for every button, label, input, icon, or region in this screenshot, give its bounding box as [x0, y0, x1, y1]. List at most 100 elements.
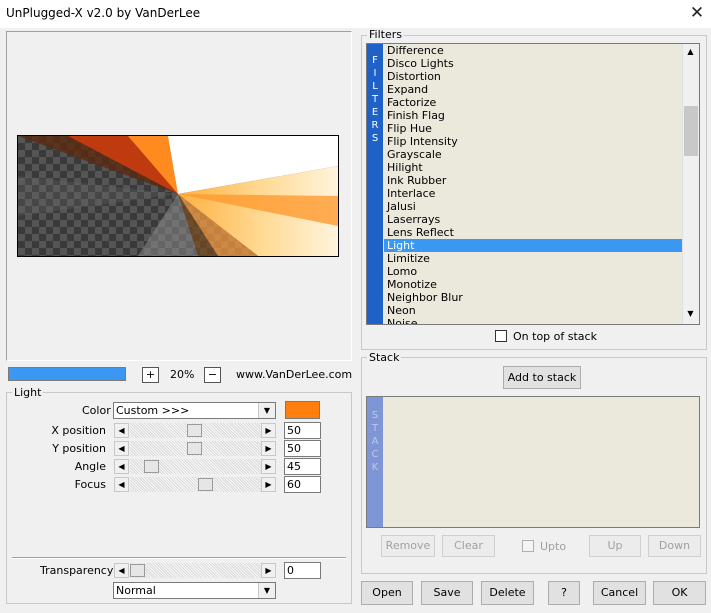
filter-list-item[interactable]: Flip Hue	[384, 122, 682, 135]
filter-list-item[interactable]: Factorize	[384, 96, 682, 109]
color-select[interactable]: Custom >>> ▼	[113, 402, 276, 419]
slider-left-arrow[interactable]: ◀	[114, 477, 129, 492]
remove-button[interactable]: Remove	[381, 535, 435, 557]
stack-tab-letter: A	[371, 436, 379, 447]
param-label: Focus	[74, 478, 106, 491]
slider-left-arrow[interactable]: ◀	[114, 423, 129, 438]
light-divider	[12, 557, 346, 559]
on-top-checkbox[interactable]	[495, 330, 507, 342]
slider-left-arrow[interactable]: ◀	[114, 441, 129, 456]
filter-list-item[interactable]: Hilight	[384, 161, 682, 174]
transparency-left-arrow[interactable]: ◀	[114, 563, 129, 578]
save-button[interactable]: Save	[421, 581, 473, 605]
ok-button[interactable]: OK	[653, 581, 706, 605]
filter-list-item[interactable]: Finish Flag	[384, 109, 682, 122]
transparency-track[interactable]	[130, 563, 261, 578]
scroll-up-icon[interactable]: ▲	[683, 45, 698, 60]
filters-tab-letter: T	[371, 94, 379, 105]
transparency-input[interactable]: 0	[284, 562, 321, 579]
chevron-down-icon: ▼	[258, 403, 275, 418]
help-button[interactable]: ?	[548, 581, 580, 605]
filter-list-item[interactable]: Light	[384, 239, 682, 252]
slider-right-arrow[interactable]: ▶	[261, 423, 276, 438]
color-select-value: Custom >>>	[116, 404, 190, 417]
clear-button[interactable]: Clear	[442, 535, 495, 557]
color-swatch[interactable]	[285, 401, 320, 419]
scroll-down-icon[interactable]: ▼	[683, 307, 698, 322]
filter-list-item[interactable]: Jalusi	[384, 200, 682, 213]
down-button[interactable]: Down	[648, 535, 701, 557]
param-slider-thumb[interactable]	[187, 442, 202, 455]
filter-list-item[interactable]: Lens Reflect	[384, 226, 682, 239]
filter-list-item[interactable]: Ink Rubber	[384, 174, 682, 187]
transparency-right-arrow[interactable]: ▶	[261, 563, 276, 578]
upto-label: Upto	[540, 540, 567, 553]
param-label: Y position	[52, 442, 106, 455]
slider-right-arrow[interactable]: ▶	[261, 459, 276, 474]
zoom-value: 20%	[170, 368, 195, 381]
window-title: UnPlugged-X v2.0 by VanDerLee	[6, 6, 201, 20]
open-button[interactable]: Open	[361, 581, 413, 605]
filters-tab: FILTERS	[367, 44, 383, 324]
param-value-input[interactable]: 60	[284, 476, 321, 493]
stack-group-label: Stack	[367, 351, 402, 364]
color-label: Color	[82, 404, 111, 417]
param-slider-thumb[interactable]	[198, 478, 213, 491]
zoom-in-button[interactable]: +	[142, 367, 159, 383]
filter-list-item[interactable]: Monotize	[384, 278, 682, 291]
filters-tab-letter: I	[373, 68, 377, 79]
filter-list-item[interactable]: Difference	[384, 44, 682, 57]
filter-list-item[interactable]: Laserrays	[384, 213, 682, 226]
progress-bar	[8, 367, 126, 381]
slider-left-arrow[interactable]: ◀	[114, 459, 129, 474]
param-slider-thumb[interactable]	[187, 424, 202, 437]
filter-list-item[interactable]: Noise	[384, 317, 682, 324]
add-to-stack-button[interactable]: Add to stack	[503, 366, 581, 389]
filters-tab-letter: R	[371, 120, 379, 131]
filters-scrollbar[interactable]	[682, 44, 699, 324]
upto-checkbox[interactable]	[522, 540, 534, 552]
stack-tab-letter: K	[371, 462, 379, 473]
blend-mode-value: Normal	[116, 584, 156, 597]
scroll-thumb[interactable]	[684, 106, 698, 156]
filters-tab-letter: F	[372, 55, 378, 66]
stack-list[interactable]	[384, 397, 699, 527]
filter-list-item[interactable]: Disco Lights	[384, 57, 682, 70]
cancel-button[interactable]: Cancel	[593, 581, 646, 605]
param-value-input[interactable]: 45	[284, 458, 321, 475]
delete-button[interactable]: Delete	[481, 581, 534, 605]
param-label: X position	[51, 424, 106, 437]
param-slider-track[interactable]	[130, 477, 261, 492]
filter-list-item[interactable]: Flip Intensity	[384, 135, 682, 148]
zoom-out-button[interactable]: −	[204, 367, 221, 383]
filter-list-item[interactable]: Lomo	[384, 265, 682, 278]
stack-tab: STACK	[367, 397, 383, 527]
filter-list-item[interactable]: Grayscale	[384, 148, 682, 161]
preview-image	[17, 135, 339, 257]
filters-group-label: Filters	[367, 28, 404, 41]
filters-tab-letter: L	[372, 81, 378, 92]
filters-list[interactable]: Difference Disco Lights Distortion Expand Fa…	[384, 44, 682, 324]
close-icon[interactable]: ✕	[684, 2, 710, 26]
slider-right-arrow[interactable]: ▶	[261, 477, 276, 492]
transparency-thumb[interactable]	[130, 564, 145, 577]
website-link[interactable]: www.VanDerLee.com	[236, 368, 352, 381]
filter-list-item[interactable]: Neon	[384, 304, 682, 317]
slider-right-arrow[interactable]: ▶	[261, 441, 276, 456]
filters-tab-letter: E	[371, 107, 379, 118]
filter-list-item[interactable]: Neighbor Blur	[384, 291, 682, 304]
filter-list-item[interactable]: Limitize	[384, 252, 682, 265]
param-value-input[interactable]: 50	[284, 422, 321, 439]
transparency-label: Transparency	[40, 564, 114, 577]
up-button[interactable]: Up	[589, 535, 641, 557]
light-group-label: Light	[12, 386, 44, 399]
filter-list-item[interactable]: Interlace	[384, 187, 682, 200]
filters-tab-letter: S	[371, 133, 379, 144]
param-label: Angle	[74, 460, 106, 473]
param-slider-thumb[interactable]	[144, 460, 159, 473]
filter-list-item[interactable]: Expand	[384, 83, 682, 96]
stack-tab-letter: S	[371, 410, 379, 421]
filter-list-item[interactable]: Distortion	[384, 70, 682, 83]
blend-mode-select[interactable]: Normal ▼	[113, 582, 276, 599]
param-value-input[interactable]: 50	[284, 440, 321, 457]
